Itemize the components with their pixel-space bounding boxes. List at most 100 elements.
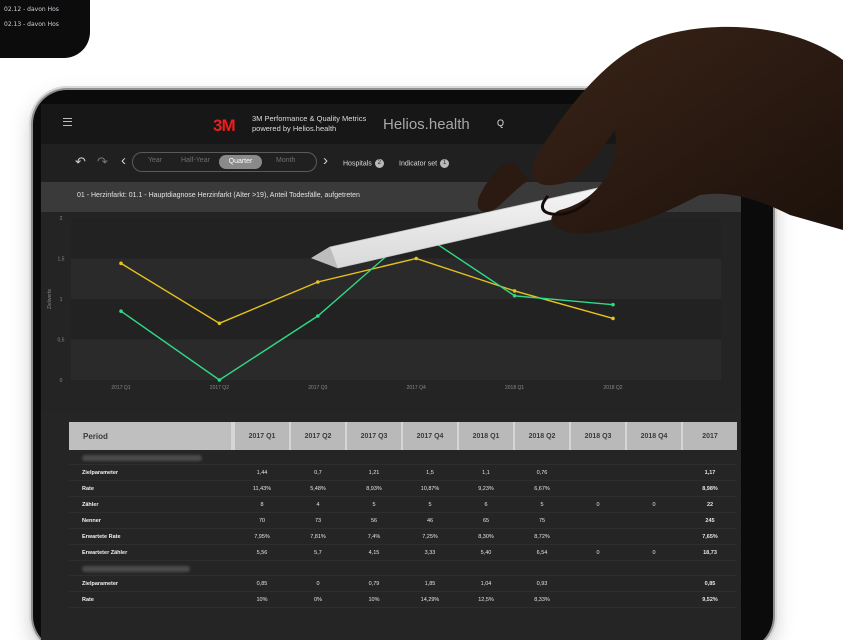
- tagline-primary: 3M Performance & Quality Metrics: [252, 114, 367, 123]
- chart-band: [71, 339, 721, 380]
- reply-arrow-icon[interactable]: ↶: [75, 154, 86, 170]
- table-cell: 75: [538, 517, 546, 524]
- x-tick-label: 2017 Q3: [308, 385, 327, 391]
- redacted-hospital-name: [82, 566, 190, 572]
- data-point[interactable]: [414, 228, 419, 232]
- column-header[interactable]: 2017: [683, 422, 737, 450]
- data-point[interactable]: [512, 293, 517, 298]
- phone-fragment: 02.12 - davon Hos 02.13 - davon Hos: [0, 0, 90, 58]
- row-label: Zielparameter: [82, 580, 119, 587]
- table-cell: [627, 465, 681, 480]
- table-cell: 1,44: [256, 469, 268, 476]
- table-cell: 0,7: [314, 469, 322, 476]
- table-cell: [627, 529, 681, 544]
- table-header-row: Period 2017 Q1 2017 Q2 2017 Q3 2017 Q4 2018 Q…: [69, 422, 737, 450]
- photo-stage: 02.12 - davon Hos 02.13 - davon Hos 3M 3…: [0, 0, 843, 640]
- table-cell: 0%: [314, 596, 322, 603]
- table-row: Erwarteter Zähler 5,56 5,7 4,15 3,33 5,40 6,54…: [69, 545, 737, 561]
- column-header[interactable]: 2017 Q1: [235, 422, 289, 450]
- table-cell: 0,93: [536, 580, 548, 587]
- y-tick-label: 0: [60, 378, 63, 384]
- column-header[interactable]: 2018 Q3: [571, 422, 625, 450]
- table-group-row: [69, 561, 737, 576]
- row-label: Rate: [82, 485, 94, 492]
- row-label: Zähler: [82, 501, 99, 508]
- column-header[interactable]: 2017 Q3: [347, 422, 401, 450]
- x-tick-label: 2018 Q1: [505, 385, 524, 391]
- data-point[interactable]: [611, 302, 615, 307]
- column-header[interactable]: 2017 Q2: [291, 422, 345, 450]
- data-point[interactable]: [316, 280, 320, 284]
- chevron-left-icon[interactable]: ‹: [121, 152, 126, 169]
- hospitals-count-badge: 2: [374, 159, 384, 168]
- data-point[interactable]: [611, 316, 615, 321]
- period-half-year[interactable]: Half-Year: [181, 157, 210, 164]
- table-cell: [571, 576, 625, 591]
- table-cell: 6,54: [536, 549, 548, 556]
- table-cell: 10%: [368, 596, 380, 603]
- brand-name: Helios.health: [383, 116, 470, 133]
- table-cell: [571, 529, 625, 544]
- table-cell: 11,43%: [252, 485, 272, 492]
- table-row: Erwartete Rate 7,95% 7,81% 7,4% 7,25% 8,30% 8,…: [69, 529, 737, 545]
- forward-arrow-icon[interactable]: ↷: [97, 154, 108, 170]
- data-point[interactable]: [414, 256, 419, 261]
- table-row: Zähler 8 4 5 5 6 5 0 0 22: [69, 497, 737, 513]
- app-screen: 3M 3M Performance & Quality Metrics powe…: [41, 104, 741, 640]
- table-cell: 1,21: [368, 469, 380, 476]
- period-quarter[interactable]: Quarter: [219, 155, 262, 169]
- indicator-line-chart: 0 0,5 1 1,5 2 Zielwerte 2017 Q1 2017 Q2 2017 Q3 2…: [41, 212, 741, 412]
- column-header[interactable]: 2017 Q4: [403, 422, 457, 450]
- table-cell: [571, 481, 625, 496]
- column-header[interactable]: 2018 Q1: [459, 422, 513, 450]
- chart-band: [71, 218, 721, 259]
- redacted-hospital-name: [82, 455, 202, 461]
- data-point[interactable]: [119, 309, 123, 313]
- column-header-period[interactable]: Period: [69, 422, 231, 450]
- hamburger-icon[interactable]: [63, 118, 72, 126]
- table-cell: 0: [652, 501, 656, 508]
- table-cell: 46: [426, 517, 434, 524]
- phone-line-1: 02.12 - davon Hos: [4, 6, 59, 13]
- table-cell: [571, 513, 625, 528]
- table-cell: 0,85: [256, 580, 268, 587]
- indicator-set-filter[interactable]: Indicator set 1: [399, 159, 450, 168]
- tagline-secondary: powered by Helios.health: [252, 124, 337, 133]
- app-header: 3M 3M Performance & Quality Metrics powe…: [41, 104, 741, 144]
- data-point[interactable]: [316, 314, 320, 318]
- indicator-table: Period 2017 Q1 2017 Q2 2017 Q3 2017 Q4 2018 Q…: [69, 422, 737, 608]
- y-axis-label: Zielwerte: [47, 289, 53, 310]
- row-label: Erwarteter Zähler: [82, 549, 128, 556]
- column-header[interactable]: 2018 Q4: [627, 422, 681, 450]
- data-point[interactable]: [119, 261, 123, 266]
- table-cell: [627, 481, 681, 496]
- indicator-set-label: Indicator set: [399, 160, 438, 168]
- indicator-title: 01 - Herzinfarkt: 01.1 - Hauptdiagnose H…: [77, 192, 360, 199]
- data-point[interactable]: [512, 289, 517, 293]
- period-month[interactable]: Month: [276, 157, 295, 164]
- table-cell: 7,65%: [702, 533, 718, 540]
- table-cell: 1,04: [480, 580, 492, 587]
- row-label: Nenner: [82, 517, 101, 524]
- chevron-right-icon[interactable]: ›: [323, 152, 328, 169]
- y-tick-label: 0,5: [58, 338, 65, 344]
- header-right-item[interactable]: Q: [497, 118, 504, 128]
- x-tick-label: 2017 Q1: [111, 385, 130, 391]
- table-cell: 4: [316, 501, 320, 508]
- table-cell: 5,48%: [310, 485, 326, 492]
- row-label: Rate: [82, 596, 94, 603]
- table-cell: 18,73: [703, 549, 717, 556]
- table-cell: 9,52%: [702, 596, 718, 603]
- y-tick-label: 1,5: [58, 257, 65, 263]
- hospitals-filter[interactable]: Hospitals 2: [343, 159, 384, 168]
- table-cell: 245: [705, 517, 715, 524]
- table-cell: 1,85: [424, 580, 436, 587]
- column-header[interactable]: 2018 Q2: [515, 422, 569, 450]
- row-label: Zielparameter: [82, 469, 119, 476]
- table-cell: 0: [596, 549, 600, 556]
- data-point[interactable]: [217, 378, 222, 382]
- table-cell: 7,4%: [367, 533, 381, 540]
- data-point[interactable]: [217, 321, 222, 326]
- period-year[interactable]: Year: [148, 157, 162, 164]
- table-cell: [627, 576, 681, 591]
